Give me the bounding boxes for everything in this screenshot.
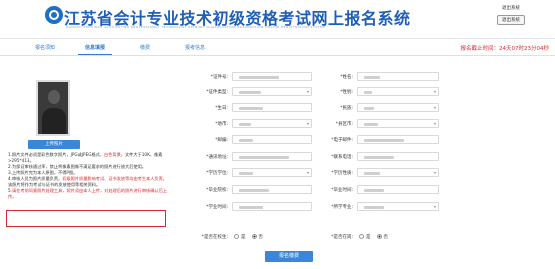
study-time-field[interactable]: [232, 202, 312, 211]
name-label: *姓名:: [340, 74, 353, 80]
in-service-radio-group: 是 否: [353, 234, 388, 240]
photo-instructions: 1.照片文件必须是彩色数字照片，JPG或JPEG格式，白色背景，文件大于10K，…: [8, 152, 168, 200]
in-service-no-label: 否: [383, 234, 389, 240]
site-header: 江苏省会计专业技术初级资格考试网上报名系统 JIANGSU PROVINCE A…: [0, 0, 555, 40]
edu-nature-label: *学历性质:: [331, 170, 353, 176]
address-label: *通讯地址:: [206, 154, 228, 160]
in-school-yes-label: 是: [241, 234, 246, 240]
region-label: *地市:: [215, 121, 228, 127]
id-number-label: *证件号:: [210, 74, 228, 80]
tabs-divider: [0, 55, 555, 56]
gender-select[interactable]: [357, 87, 439, 96]
postcode-label: *邮编:: [215, 137, 228, 143]
name-field[interactable]: [357, 72, 439, 81]
edu-nature-select[interactable]: [357, 168, 439, 177]
region-select[interactable]: [232, 119, 312, 128]
in-school-radio-group: 是 否: [228, 234, 263, 240]
logout-button[interactable]: 退出系统: [497, 15, 525, 25]
gender-label: *性别:: [340, 89, 353, 95]
id-type-select[interactable]: [232, 87, 312, 96]
note-highlight-box: [6, 210, 166, 227]
major-select[interactable]: [357, 202, 439, 211]
deadline-countdown: 报名截止时间：24天07时23分04秒: [460, 46, 550, 52]
study-time-label: *学业时间:: [206, 204, 228, 210]
in-service-no-radio[interactable]: [376, 234, 382, 239]
email-label: *电子邮件:: [331, 137, 353, 143]
note-4a: 4.审核人员为照片质量负责，: [8, 176, 63, 181]
address-field[interactable]: [232, 152, 312, 161]
postcode-field[interactable]: [232, 135, 312, 144]
county-label: *县区市:: [335, 121, 353, 127]
phone-label: *联系电话:: [331, 154, 353, 160]
school-field[interactable]: [232, 185, 312, 194]
school-label: *毕业院校:: [206, 187, 228, 193]
education-label: *学历学位:: [206, 170, 228, 176]
in-service-yes-label: 是: [366, 234, 371, 240]
note-1a: 1.照片文件必须是彩色数字照片，JPG或JPEG格式，: [8, 152, 105, 157]
header-divider: [0, 38, 555, 39]
in-service-label: *是否在岗:: [331, 234, 353, 240]
grad-date-field[interactable]: [357, 185, 439, 194]
education-select[interactable]: [232, 168, 312, 177]
site-subtitle: JIANGSU PROVINCE ACCOUNTING PROFESSIONAL…: [66, 25, 326, 29]
upload-photo-button[interactable]: 上传照片: [28, 140, 80, 149]
note-4b: 初级照片质量影响考试、证书发放等均由考生本人负责: [62, 176, 163, 181]
id-type-label: *证件类型:: [206, 89, 228, 95]
note-5b: 请在考前同意照片处理工具，照片须由本人上传，对处理后的照片进行审核确认后上传。: [8, 188, 167, 199]
in-school-yes-radio[interactable]: [234, 234, 239, 239]
phone-field[interactable]: [357, 152, 439, 161]
major-label: *所学专业:: [331, 204, 353, 210]
email-field[interactable]: [357, 135, 439, 144]
id-number-field[interactable]: [232, 72, 312, 81]
applicant-photo: [36, 80, 70, 136]
note-1b: 白色背景: [104, 152, 121, 157]
grad-date-label: *毕业时间:: [331, 187, 353, 193]
header-user-area: 退出系统 退出系统: [481, 4, 541, 25]
in-service-yes-radio[interactable]: [359, 234, 364, 239]
in-school-no-radio[interactable]: [251, 234, 257, 239]
site-logo-icon: [45, 6, 63, 24]
step-tabs: 报名须知 信息填报 缴费 报考信息: [20, 43, 220, 55]
in-school-label: *是否在校生:: [201, 234, 228, 240]
tab-payment[interactable]: 缴费: [120, 43, 170, 55]
tab-notice[interactable]: 报名须知: [20, 43, 70, 55]
header-link[interactable]: 退出系统: [481, 5, 541, 11]
birth-label: *生日:: [215, 105, 228, 111]
submit-registration-button[interactable]: 报名缴费: [265, 251, 313, 262]
ethnicity-select[interactable]: [357, 103, 439, 112]
county-select[interactable]: [357, 119, 439, 128]
tab-registration-info[interactable]: 报考信息: [170, 43, 220, 55]
ethnicity-label: *民族:: [340, 105, 353, 111]
tab-info-fill[interactable]: 信息填报: [70, 43, 120, 55]
birth-field[interactable]: [232, 103, 312, 112]
in-school-no-label: 否: [258, 234, 264, 240]
